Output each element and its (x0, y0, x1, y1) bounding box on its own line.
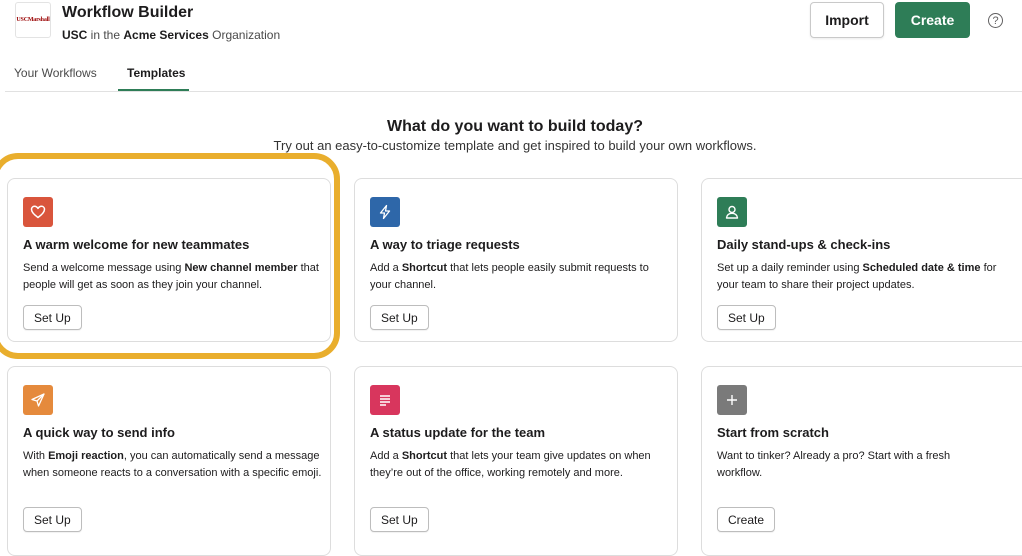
subtitle-connector: in the (87, 28, 124, 42)
lightning-icon (370, 197, 400, 227)
card-description: Add a Shortcut that lets people easily s… (370, 260, 670, 294)
desc-bold: Emoji reaction (48, 450, 124, 462)
desc-bold: Shortcut (401, 262, 448, 274)
desc-text: Add a (370, 450, 402, 462)
workspace-name: USC (62, 28, 88, 42)
card-title: Daily stand-ups & check-ins (717, 237, 891, 252)
desc-text: Add a (370, 262, 402, 274)
page-title: Workflow Builder (62, 4, 194, 21)
help-icon[interactable]: ? (988, 13, 1003, 28)
card-description: Add a Shortcut that lets your team give … (370, 448, 670, 482)
template-card-status-update[interactable]: A status update for the team Add a Short… (354, 366, 678, 556)
card-description: Want to tinker? Already a pro? Start wit… (717, 448, 987, 482)
organization-name: Acme Services (123, 28, 209, 42)
paper-plane-icon (23, 385, 53, 415)
setup-button[interactable]: Set Up (370, 507, 429, 532)
card-title: A quick way to send info (23, 425, 175, 440)
setup-button[interactable]: Set Up (370, 305, 429, 330)
create-button[interactable]: Create (895, 2, 970, 38)
card-title: A way to triage requests (370, 237, 520, 252)
card-description: With Emoji reaction, you can automatical… (23, 448, 323, 482)
desc-text: With (23, 450, 49, 462)
plus-icon (717, 385, 747, 415)
card-title: Start from scratch (717, 425, 829, 440)
tab-your-workflows[interactable]: Your Workflows (14, 66, 97, 80)
person-icon (717, 197, 747, 227)
desc-bold: Shortcut (401, 450, 448, 462)
desc-text: Set up a daily reminder using (717, 262, 863, 274)
setup-button[interactable]: Set Up (23, 507, 82, 532)
org-logo: USCMarshall (15, 2, 51, 38)
tab-templates[interactable]: Templates (127, 66, 185, 80)
template-card-standups[interactable]: Daily stand-ups & check-ins Set up a dai… (701, 178, 1022, 342)
workspace-subtitle: USC in the Acme Services Organization (62, 28, 280, 42)
templates-heading: What do you want to build today? (387, 118, 643, 135)
subtitle-suffix: Organization (208, 28, 281, 42)
highlight-ring (0, 153, 340, 359)
create-workflow-button[interactable]: Create (717, 507, 776, 532)
template-card-triage[interactable]: A way to triage requests Add a Shortcut … (354, 178, 678, 342)
desc-text: Want to tinker? Already a pro? Start wit… (717, 450, 951, 479)
setup-button[interactable]: Set Up (717, 305, 776, 330)
import-button[interactable]: Import (810, 2, 884, 38)
card-title: A status update for the team (370, 425, 546, 440)
template-card-quick-info[interactable]: A quick way to send info With Emoji reac… (7, 366, 331, 556)
list-icon (370, 385, 400, 415)
org-logo-text: USCMarshall (16, 17, 50, 23)
desc-bold: Scheduled date & time (862, 262, 981, 274)
templates-subheading: Try out an easy-to-customize template an… (273, 138, 757, 153)
tabs-divider (5, 91, 1022, 92)
card-description: Set up a daily reminder using Scheduled … (717, 260, 1017, 294)
template-card-scratch[interactable]: Start from scratch Want to tinker? Alrea… (701, 366, 1022, 556)
